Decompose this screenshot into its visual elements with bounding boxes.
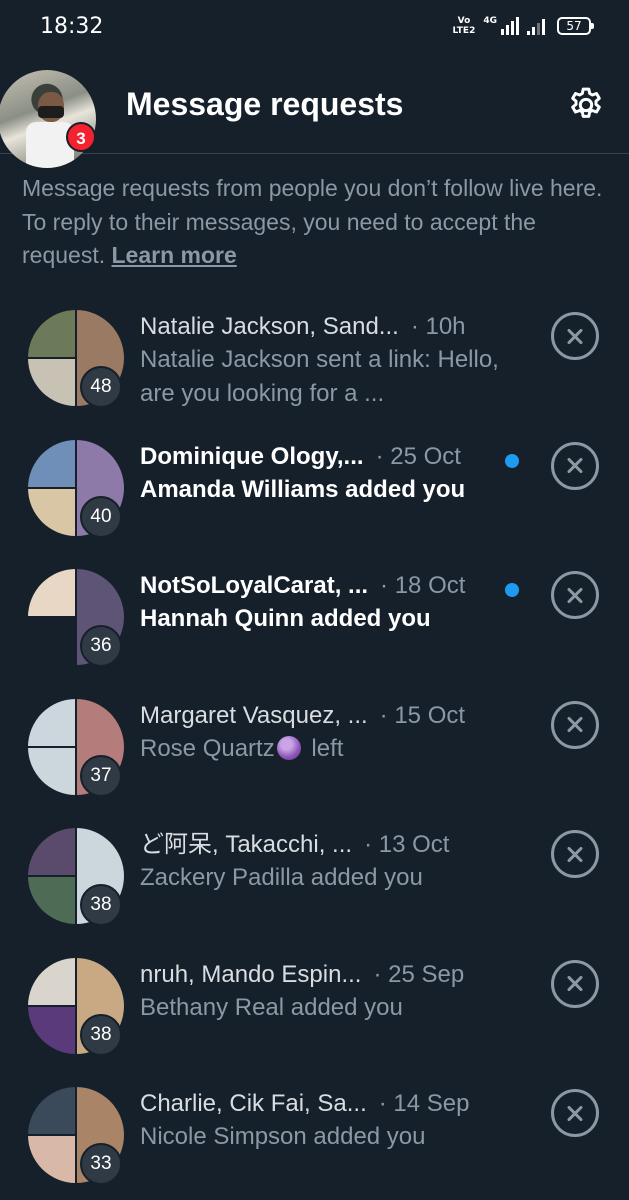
request-message: Nicole Simpson added you	[140, 1123, 426, 1150]
request-header: ど阿呆, Takacchi, ... · 13 Oct	[140, 828, 520, 861]
request-text: NotSoLoyalCarat, ... · 18 Oct Hannah Quinn…	[140, 569, 520, 636]
request-header: Natalie Jackson, Sand... · 10h	[140, 310, 520, 343]
request-time: · 25 Sep	[373, 960, 465, 988]
request-time: · 14 Sep	[378, 1090, 470, 1117]
battery-icon: 57	[557, 17, 594, 35]
member-count-badge: 38	[80, 1013, 122, 1056]
avatar	[28, 569, 75, 616]
message-text: left	[304, 734, 344, 762]
request-text: Charlie, Cik Fai, Sa... · 14 Sep Nicole Si…	[140, 1087, 520, 1154]
avatar	[28, 618, 75, 665]
member-count-badge: 36	[80, 625, 122, 667]
list-item[interactable]: 38 ど阿呆, Takacchi, ... · 13 Oct Zackery Padi…	[0, 820, 629, 950]
avatar	[28, 828, 75, 875]
crystal-ball-icon	[276, 735, 301, 760]
dismiss-button[interactable]	[551, 571, 599, 619]
dismiss-button[interactable]	[551, 830, 599, 878]
request-message: Hannah Quinn added you	[140, 605, 431, 632]
request-text: Margaret Vasquez, ... · 15 Oct Rose Quartz…	[140, 699, 520, 766]
member-count-badge: 40	[80, 495, 122, 538]
request-message: Bethany Real added you	[140, 993, 403, 1021]
list-item[interactable]: 40 Dominique Ology,... · 25 Oct Amanda Will…	[0, 432, 629, 562]
request-text: Dominique Ology,... · 25 Oct Amanda Willia…	[140, 440, 520, 507]
member-count-badge: 48	[80, 366, 122, 408]
request-time: · 25 Oct	[375, 442, 461, 470]
request-header: Margaret Vasquez, ... · 15 Oct	[140, 699, 520, 732]
avatar[interactable]	[0, 70, 96, 168]
avatar	[28, 957, 75, 1005]
request-message: Zackery Padilla added you	[140, 864, 423, 891]
signal-2-icon	[527, 17, 545, 35]
header: 3 Message requests	[0, 56, 629, 168]
request-message: Natalie Jackson sent a link: Hello, are …	[140, 346, 499, 407]
volte-icon: Vo LTE2	[452, 16, 476, 36]
list-item[interactable]: 48 Natalie Jackson, Sand... · 10h Natalie J…	[0, 302, 629, 432]
status-icons: Vo LTE2 4G 57	[452, 16, 594, 36]
dismiss-button[interactable]	[551, 312, 599, 360]
request-names: Natalie Jackson, Sand...	[140, 313, 399, 340]
request-names: ど阿呆, Takacchi, ...	[140, 831, 353, 858]
list-item[interactable]: 36 NotSoLoyalCarat, ... · 18 Oct Hannah Qui…	[0, 561, 629, 691]
request-time: · 13 Oct	[364, 831, 450, 858]
dismiss-button[interactable]	[551, 1089, 599, 1137]
avatar	[28, 877, 75, 924]
avatar	[28, 1087, 75, 1134]
network-type: 4G	[483, 16, 497, 26]
request-names: Margaret Vasquez, ...	[140, 701, 368, 729]
request-names: Charlie, Cik Fai, Sa...	[140, 1090, 367, 1117]
avatar	[28, 1006, 75, 1054]
signal-icon	[501, 17, 519, 35]
request-message: Rose Quartz left	[140, 732, 520, 766]
request-time: · 18 Oct	[380, 572, 466, 599]
avatar	[28, 359, 75, 406]
request-time: · 10h	[410, 313, 466, 340]
request-header: nruh, Mando Espin... · 25 Sep	[140, 958, 520, 991]
message-text: Rose Quartz	[140, 734, 275, 762]
dismiss-button[interactable]	[551, 959, 599, 1008]
learn-more-link[interactable]: Learn more	[112, 242, 237, 268]
avatar	[28, 439, 75, 487]
request-header: NotSoLoyalCarat, ... · 18 Oct	[140, 569, 520, 602]
member-count-badge: 37	[80, 754, 122, 797]
unread-indicator	[505, 453, 519, 468]
request-names: Dominique Ology,...	[140, 442, 364, 470]
list-item[interactable]: 33 Charlie, Cik Fai, Sa... · 14 Sep Nicole …	[0, 1079, 629, 1200]
request-names: nruh, Mando Espin...	[140, 960, 362, 988]
status-time: 18:32	[40, 14, 104, 39]
page-title: Message requests	[126, 86, 404, 122]
list-item[interactable]: 37 Margaret Vasquez, ... · 15 Oct Rose Quar…	[0, 691, 629, 821]
request-text: Natalie Jackson, Sand... · 10h Natalie Jac…	[140, 310, 520, 411]
member-count-badge: 38	[80, 884, 122, 926]
avatar	[28, 747, 75, 795]
request-names: NotSoLoyalCarat, ...	[140, 572, 369, 599]
request-header: Dominique Ology,... · 25 Oct	[140, 440, 520, 473]
request-header: Charlie, Cik Fai, Sa... · 14 Sep	[140, 1087, 520, 1120]
dismiss-button[interactable]	[551, 700, 599, 749]
avatar	[28, 1136, 75, 1183]
member-count-badge: 33	[80, 1143, 122, 1185]
settings-button[interactable]	[566, 85, 606, 125]
gear-icon	[571, 87, 601, 118]
avatar	[28, 488, 75, 536]
request-list: 48 Natalie Jackson, Sand... · 10h Natalie J…	[0, 302, 629, 1200]
unread-indicator	[505, 583, 519, 597]
request-text: nruh, Mando Espin... · 25 Sep Bethany Real…	[140, 958, 520, 1025]
request-message: Amanda Williams added you	[140, 475, 466, 503]
notification-badge: 3	[66, 122, 96, 152]
dismiss-button[interactable]	[551, 441, 599, 490]
request-text: ど阿呆, Takacchi, ... · 13 Oct Zackery Padill…	[140, 828, 520, 895]
list-item[interactable]: 38 nruh, Mando Espin... · 25 Sep Bethany Re…	[0, 950, 629, 1080]
request-time: · 15 Oct	[379, 701, 466, 729]
avatar	[28, 310, 75, 357]
avatar	[28, 698, 75, 746]
status-bar: 18:32 Vo LTE2 4G 57	[0, 0, 629, 56]
info-text: Message requests from people you don’t f…	[22, 175, 603, 268]
